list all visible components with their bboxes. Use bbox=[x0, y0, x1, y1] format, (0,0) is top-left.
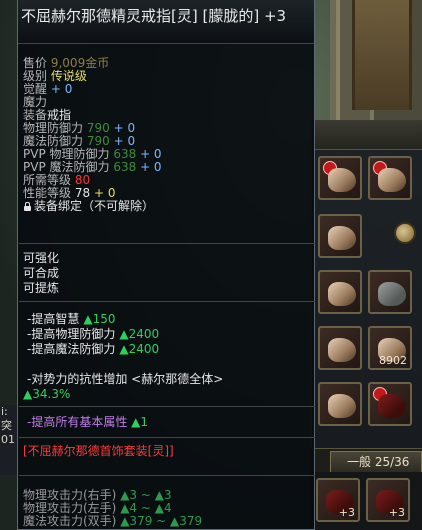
item-claw-icon bbox=[328, 168, 356, 192]
option-label: -提高魔法防御力 bbox=[27, 342, 116, 356]
inventory-slot[interactable] bbox=[318, 214, 362, 258]
option-value: ▲2400 bbox=[119, 327, 160, 341]
equip-label: 装备 bbox=[23, 108, 48, 122]
option-value: ▲150 bbox=[83, 312, 116, 326]
set-bonus-list: 物理攻击力(右手) ▲3 ~ ▲3 物理攻击力(左手) ▲4 ~ ▲4 魔法攻击… bbox=[23, 489, 311, 528]
pvp-phys-def-label: PVP 物理防御力 bbox=[23, 147, 110, 161]
option-label: -提高物理防御力 bbox=[27, 327, 116, 341]
enhance-list: 可强化 可合成 可提炼 bbox=[23, 251, 311, 296]
price-value: 9,009金币 bbox=[50, 56, 110, 70]
item-tooltip: 不屈赫尔那德精灵戒指[灵] [朦胧的] +3 售价 9,009金币 级别 传说级… bbox=[17, 0, 315, 530]
set-name: [不屈赫尔那德首饰套装[灵]] bbox=[23, 444, 174, 458]
inventory-slot[interactable] bbox=[368, 156, 412, 200]
mag-def-plus: + 0 bbox=[113, 134, 136, 148]
set-bonus-value: ▲3 ~ ▲3 bbox=[120, 488, 172, 502]
mag-def-value: 790 bbox=[86, 134, 110, 148]
enhance-item: 可提炼 bbox=[23, 281, 60, 295]
phys-def-label: 物理防御力 bbox=[23, 121, 84, 135]
item-gauntlet-icon bbox=[328, 282, 356, 306]
option-row: -提高魔法防御力 ▲2400 bbox=[23, 342, 311, 357]
phys-def-plus: + 0 bbox=[113, 121, 136, 135]
option-label: -提高智慧 bbox=[27, 312, 80, 326]
options-list: -提高智慧 ▲150 -提高物理防御力 ▲2400 -提高魔法防御力 ▲2400 bbox=[23, 312, 311, 357]
pvp-phys-def-plus: + 0 bbox=[140, 147, 162, 161]
inventory-slot[interactable] bbox=[368, 382, 412, 426]
left-strip-line: 突 bbox=[1, 419, 12, 432]
item-stats: 售价 9,009金币 级别 传说级 觉醒 + 0 魔力 装备戒指 物理防御力 7… bbox=[23, 57, 311, 213]
set-block: [不屈赫尔那德首饰套装[灵]] bbox=[23, 444, 311, 459]
inventory-slot[interactable] bbox=[318, 270, 362, 314]
awaken-label: 觉醒 bbox=[23, 82, 48, 96]
magic-label: 魔力 bbox=[23, 95, 48, 109]
item-claw-icon bbox=[328, 394, 356, 418]
divider bbox=[19, 301, 315, 302]
equip-value: 戒指 bbox=[47, 108, 72, 122]
inventory-slot[interactable]: 8902 bbox=[368, 326, 412, 370]
awaken-value: + 0 bbox=[50, 82, 73, 96]
pvp-phys-def-value: 638 bbox=[113, 147, 137, 161]
enhance-item: 可合成 bbox=[23, 266, 60, 280]
set-bonus-label: 魔法攻击力(双手) bbox=[23, 514, 117, 528]
item-count-label: 8902 bbox=[379, 354, 407, 367]
inventory-slot[interactable] bbox=[318, 156, 362, 200]
set-bonus-value: ▲4 ~ ▲4 bbox=[120, 501, 172, 515]
all-attr-label: -提高所有基本属性 bbox=[27, 415, 128, 429]
inventory-slot[interactable] bbox=[368, 270, 412, 314]
req-level-value: 80 bbox=[74, 173, 91, 187]
item-claw-icon bbox=[378, 168, 406, 192]
set-bonus-value: ▲379 ~ ▲379 bbox=[120, 514, 203, 528]
divider bbox=[19, 243, 315, 244]
level-label: 级别 bbox=[23, 69, 48, 83]
inventory-slot[interactable] bbox=[318, 382, 362, 426]
inventory-tab-bar: 一般 25/36 bbox=[310, 448, 422, 473]
item-blade-icon bbox=[378, 394, 406, 418]
item-title: 不屈赫尔那德精灵戒指[灵] [朦胧的] +3 bbox=[18, 0, 314, 44]
tab-general[interactable]: 一般 25/36 bbox=[330, 451, 422, 473]
level-value: 传说级 bbox=[50, 69, 87, 83]
all-attr-value: ▲1 bbox=[131, 415, 149, 429]
item-hand-icon bbox=[328, 338, 356, 362]
inventory-slot[interactable]: +3 bbox=[316, 478, 360, 522]
phys-def-value: 790 bbox=[86, 121, 110, 135]
left-strip-line: i: bbox=[1, 405, 8, 418]
pvp-mag-def-label: PVP 魔法防御力 bbox=[23, 160, 110, 174]
left-chat-strip: i: 突 01 bbox=[0, 405, 18, 475]
bind-status: 装备绑定（不可解除） bbox=[34, 199, 155, 213]
inventory-header-strip bbox=[312, 120, 422, 150]
pvp-mag-def-value: 638 bbox=[113, 160, 137, 174]
price-label: 售价 bbox=[23, 56, 48, 70]
option-value: ▲2400 bbox=[119, 342, 160, 356]
item-stone-icon bbox=[378, 282, 406, 306]
inventory-bottom-row: +3 +3 bbox=[310, 472, 422, 530]
gold-coin-icon[interactable] bbox=[394, 222, 416, 244]
enhance-item: 可强化 bbox=[23, 251, 60, 265]
set-bonus-row: 魔法攻击力(双手) ▲379 ~ ▲379 bbox=[23, 515, 311, 528]
resist-block: -对势力的抗性增加 <赫尔那德全体> ▲34.3% bbox=[23, 372, 311, 402]
inventory-slot[interactable]: +3 bbox=[366, 478, 410, 522]
option-row: -提高智慧 ▲150 bbox=[23, 312, 311, 327]
all-attributes-block: -提高所有基本属性 ▲1 bbox=[23, 415, 311, 430]
item-enhance-label: +3 bbox=[338, 506, 355, 519]
item-enhance-label: +3 bbox=[388, 506, 405, 519]
divider bbox=[19, 406, 315, 407]
req-level-label: 所需等级 bbox=[23, 173, 72, 187]
pvp-mag-def-plus: + 0 bbox=[140, 160, 162, 174]
left-strip-line: 01 bbox=[1, 433, 15, 446]
resist-value: ▲34.3% bbox=[23, 387, 71, 401]
background-door bbox=[352, 0, 412, 110]
resist-label: -对势力的抗性增加 <赫尔那德全体> bbox=[27, 372, 224, 386]
perf-level-plus: + 0 bbox=[93, 186, 116, 200]
perf-level-label: 性能等级 bbox=[23, 186, 72, 200]
divider bbox=[19, 437, 315, 438]
set-bonus-label: 物理攻击力(右手) bbox=[23, 488, 117, 502]
option-row: -提高物理防御力 ▲2400 bbox=[23, 327, 311, 342]
set-bonus-label: 物理攻击力(左手) bbox=[23, 501, 117, 515]
mag-def-label: 魔法防御力 bbox=[23, 134, 84, 148]
inventory-slot[interactable] bbox=[318, 326, 362, 370]
lock-icon bbox=[23, 202, 32, 211]
perf-level-value: 78 bbox=[74, 186, 91, 200]
item-arm-icon bbox=[328, 226, 356, 250]
divider bbox=[19, 475, 315, 476]
